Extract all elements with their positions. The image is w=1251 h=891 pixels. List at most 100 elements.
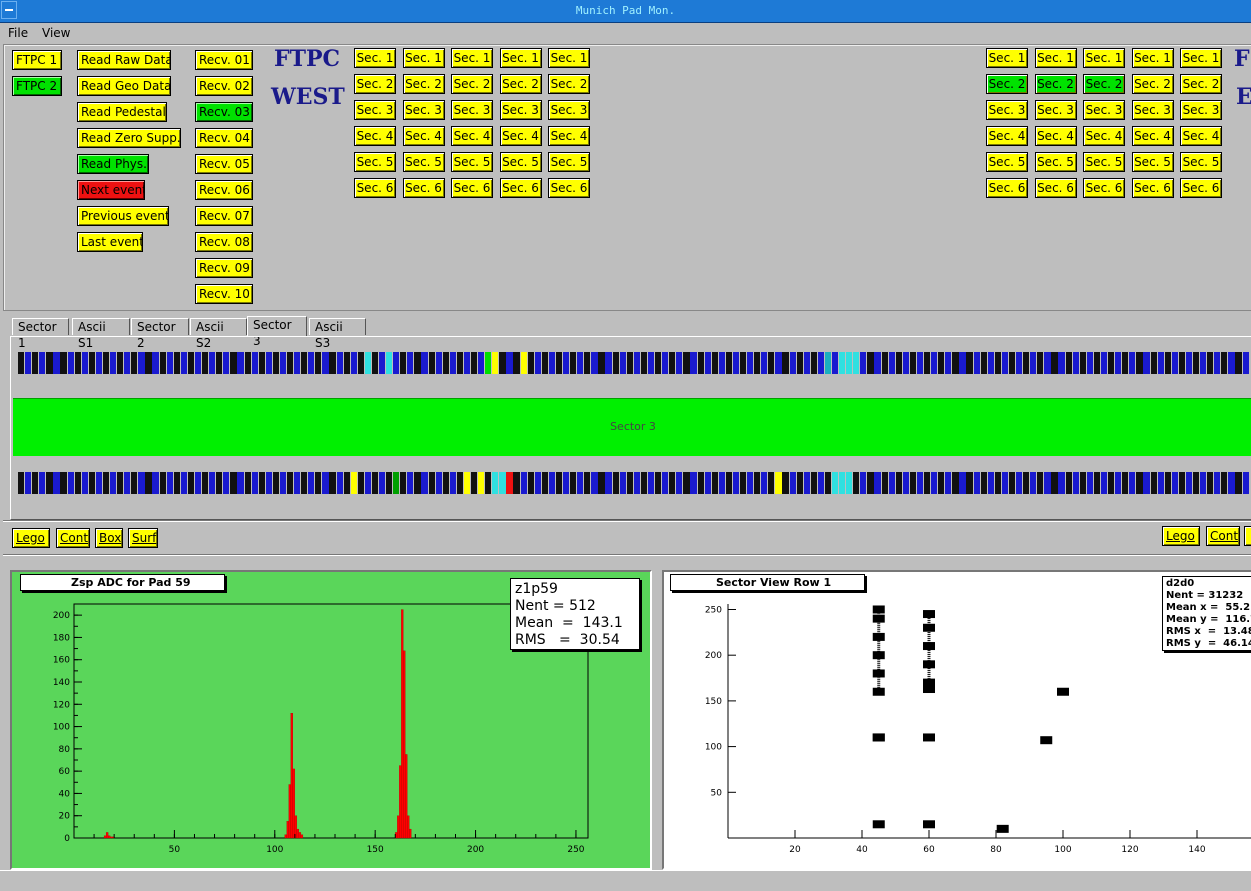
west-sec1-col3-button[interactable]: Sec. 1 <box>451 48 493 68</box>
west-sec3-col5-button[interactable]: Sec. 3 <box>548 100 590 120</box>
recv-01-button[interactable]: Recv. 01 <box>195 50 253 70</box>
east-sec4-col4-button[interactable]: Sec. 4 <box>1131 126 1174 146</box>
pad-cell <box>824 352 832 374</box>
east-sec1-col3-button[interactable]: Sec. 1 <box>1083 48 1125 68</box>
box-button[interactable]: Box <box>95 528 123 548</box>
last-event-button[interactable]: Last event <box>77 232 143 252</box>
west-sec5-col5-button[interactable]: Sec. 5 <box>548 152 590 172</box>
read-pedestal-button[interactable]: Read Pedestal <box>77 102 167 122</box>
recv-08-button[interactable]: Recv. 08 <box>195 232 253 252</box>
east-sec2-col3-button[interactable]: Sec. 2 <box>1083 74 1125 94</box>
tab-ascii-s3[interactable]: Ascii S3 <box>309 318 366 350</box>
cont-button-right[interactable]: Cont <box>1206 526 1240 546</box>
east-sec2-col5-button[interactable]: Sec. 2 <box>1180 74 1222 94</box>
east-sec1-col5-button[interactable]: Sec. 1 <box>1180 48 1222 68</box>
west-sec4-col3-button[interactable]: Sec. 4 <box>451 126 493 146</box>
read-zero-supp-button[interactable]: Read Zero Supp. <box>77 128 181 148</box>
recv-05-button[interactable]: Recv. 05 <box>195 154 253 174</box>
recv-10-button[interactable]: Recv. 10 <box>195 284 253 304</box>
box-button-right[interactable] <box>1244 526 1251 546</box>
west-sec6-col3-button[interactable]: Sec. 6 <box>451 178 493 198</box>
west-sec6-col4-button[interactable]: Sec. 6 <box>499 178 542 198</box>
west-sec2-col5-button[interactable]: Sec. 2 <box>548 74 590 94</box>
tab-sector-1[interactable]: Sector 1 <box>12 318 69 350</box>
east-sec1-col4-button[interactable]: Sec. 1 <box>1131 48 1174 68</box>
east-sec3-col4-button[interactable]: Sec. 3 <box>1131 100 1174 120</box>
pad-cell <box>53 352 60 374</box>
east-sec5-col2-button[interactable]: Sec. 5 <box>1034 152 1077 172</box>
east-sec1-col1-button[interactable]: Sec. 1 <box>986 48 1028 68</box>
tab-sector-2[interactable]: Sector 2 <box>131 318 189 350</box>
read-geo-data-button[interactable]: Read Geo Data <box>77 76 171 96</box>
next-event-button[interactable]: Next event <box>77 180 145 200</box>
surf-button[interactable]: Surf <box>128 528 158 548</box>
east-sec3-col1-button[interactable]: Sec. 3 <box>986 100 1028 120</box>
west-sec2-col3-button[interactable]: Sec. 2 <box>451 74 493 94</box>
east-sec3-col5-button[interactable]: Sec. 3 <box>1180 100 1222 120</box>
east-sec6-col2-button[interactable]: Sec. 6 <box>1034 178 1077 198</box>
tab-ascii-s2[interactable]: Ascii S2 <box>190 318 247 350</box>
west-sec2-col1-button[interactable]: Sec. 2 <box>354 74 396 94</box>
east-sec6-col5-button[interactable]: Sec. 6 <box>1180 178 1222 198</box>
lego-button-right[interactable]: Lego <box>1162 526 1200 546</box>
cont-button[interactable]: Cont <box>56 528 90 548</box>
recv-02-button[interactable]: Recv. 02 <box>195 76 253 96</box>
ftpc1-button[interactable]: FTPC 1 <box>12 50 62 70</box>
read-raw-data-button[interactable]: Read Raw Data <box>77 50 171 70</box>
west-sec2-col4-button[interactable]: Sec. 2 <box>499 74 542 94</box>
west-sec3-col1-button[interactable]: Sec. 3 <box>354 100 396 120</box>
tab-sector-3[interactable]: Sector 3 <box>247 316 307 348</box>
east-sec4-col5-button[interactable]: Sec. 4 <box>1180 126 1222 146</box>
east-sec3-col3-button[interactable]: Sec. 3 <box>1083 100 1125 120</box>
recv-04-button[interactable]: Recv. 04 <box>195 128 253 148</box>
recv-06-button[interactable]: Recv. 06 <box>195 180 253 200</box>
recv-09-button[interactable]: Recv. 09 <box>195 258 253 278</box>
adc-histogram-canvas[interactable]: 200 180 160 140 120 100 80 60 40 20 0 50 100 150 200 25… <box>10 570 652 870</box>
east-sec2-col2-button[interactable]: Sec. 2 <box>1034 74 1077 94</box>
recv-03-button[interactable]: Recv. 03 <box>195 102 253 122</box>
east-sec4-col1-button[interactable]: Sec. 4 <box>986 126 1028 146</box>
west-sec5-col4-button[interactable]: Sec. 5 <box>499 152 542 172</box>
tab-ascii-s1[interactable]: Ascii S1 <box>72 318 130 350</box>
east-sec2-col1-button[interactable]: Sec. 2 <box>986 74 1028 94</box>
east-sec5-col5-button[interactable]: Sec. 5 <box>1180 152 1222 172</box>
east-sec5-col1-button[interactable]: Sec. 5 <box>986 152 1028 172</box>
west-sec4-col2-button[interactable]: Sec. 4 <box>402 126 445 146</box>
previous-event-button[interactable]: Previous event <box>77 206 169 226</box>
east-sec1-col2-button[interactable]: Sec. 1 <box>1034 48 1077 68</box>
east-sec6-col4-button[interactable]: Sec. 6 <box>1131 178 1174 198</box>
east-sec5-col3-button[interactable]: Sec. 5 <box>1083 152 1125 172</box>
menu-file[interactable]: File <box>8 26 28 40</box>
west-sec3-col2-button[interactable]: Sec. 3 <box>402 100 445 120</box>
west-sec4-col4-button[interactable]: Sec. 4 <box>499 126 542 146</box>
east-sec5-col4-button[interactable]: Sec. 5 <box>1131 152 1174 172</box>
west-sec6-col2-button[interactable]: Sec. 6 <box>402 178 445 198</box>
recv-07-button[interactable]: Recv. 07 <box>195 206 253 226</box>
menu-view[interactable]: View <box>42 26 70 40</box>
east-sec2-col4-button[interactable]: Sec. 2 <box>1131 74 1174 94</box>
west-sec3-col3-button[interactable]: Sec. 3 <box>451 100 493 120</box>
west-sec3-col4-button[interactable]: Sec. 3 <box>499 100 542 120</box>
lego-button[interactable]: Lego <box>12 528 50 548</box>
east-sec6-col3-button[interactable]: Sec. 6 <box>1083 178 1125 198</box>
west-sec4-col5-button[interactable]: Sec. 4 <box>548 126 590 146</box>
west-sec6-col1-button[interactable]: Sec. 6 <box>354 178 396 198</box>
west-sec5-col2-button[interactable]: Sec. 5 <box>402 152 445 172</box>
read-phys-button[interactable]: Read Phys. <box>77 154 149 174</box>
hist1-bar <box>300 834 304 839</box>
west-sec5-col1-button[interactable]: Sec. 5 <box>354 152 396 172</box>
west-sec1-col4-button[interactable]: Sec. 1 <box>499 48 542 68</box>
west-sec1-col2-button[interactable]: Sec. 1 <box>402 48 445 68</box>
east-sec6-col1-button[interactable]: Sec. 6 <box>986 178 1028 198</box>
west-sec5-col3-button[interactable]: Sec. 5 <box>451 152 493 172</box>
ftpc2-button[interactable]: FTPC 2 <box>12 76 62 96</box>
west-sec2-col2-button[interactable]: Sec. 2 <box>402 74 445 94</box>
east-sec4-col3-button[interactable]: Sec. 4 <box>1083 126 1125 146</box>
east-sec4-col2-button[interactable]: Sec. 4 <box>1034 126 1077 146</box>
west-sec1-col1-button[interactable]: Sec. 1 <box>354 48 396 68</box>
west-sec1-col5-button[interactable]: Sec. 1 <box>548 48 590 68</box>
west-sec6-col5-button[interactable]: Sec. 6 <box>548 178 590 198</box>
east-sec3-col2-button[interactable]: Sec. 3 <box>1034 100 1077 120</box>
sector-view-canvas[interactable]: 2502001501005020406080100120140160 Secto… <box>662 570 1251 870</box>
west-sec4-col1-button[interactable]: Sec. 4 <box>354 126 396 146</box>
